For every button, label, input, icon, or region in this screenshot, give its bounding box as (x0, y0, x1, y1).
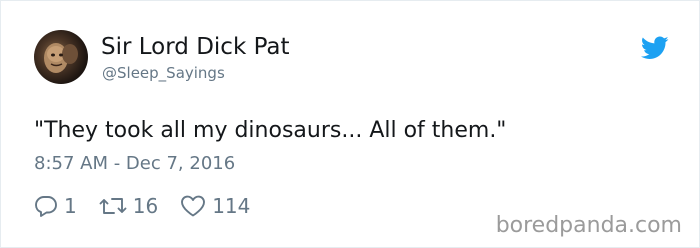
tweet-card: Sir Lord Dick Pat @Sleep_Sayings "They t… (0, 0, 700, 248)
like-button[interactable]: 114 (180, 194, 250, 218)
tweet-timestamp[interactable]: 8:57 AM - Dec 7, 2016 (34, 153, 235, 174)
heart-icon (181, 195, 206, 217)
reply-button[interactable]: 1 (34, 194, 77, 218)
retweet-button[interactable]: 16 (99, 194, 158, 218)
watermark: boredpanda.com (495, 213, 682, 238)
user-handle[interactable]: @Sleep_Sayings (102, 64, 225, 82)
display-name[interactable]: Sir Lord Dick Pat (101, 34, 290, 60)
reply-count: 1 (64, 194, 77, 218)
retweet-icon (99, 198, 127, 214)
tweet-text: "They took all my dinosaurs... All of th… (34, 118, 507, 143)
tweet-actions: 1 16 114 (34, 194, 272, 218)
avatar[interactable] (34, 30, 88, 84)
like-count: 114 (212, 194, 251, 218)
retweet-count: 16 (132, 194, 159, 218)
reply-icon (35, 196, 57, 217)
twitter-bird-icon[interactable] (640, 36, 669, 60)
